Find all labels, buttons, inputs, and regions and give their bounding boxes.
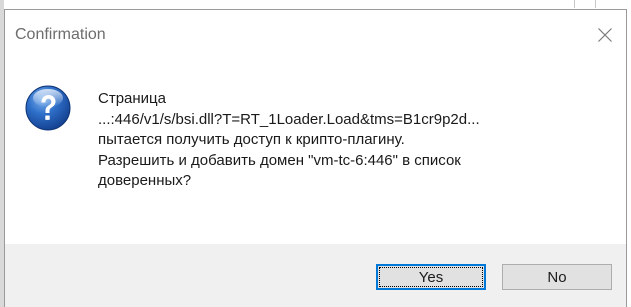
no-button-label: No [547, 268, 567, 286]
dialog-title: Confirmation [15, 26, 106, 43]
close-button[interactable] [590, 20, 620, 50]
no-button[interactable]: No [502, 264, 612, 290]
close-icon [598, 28, 612, 42]
screen: Confirmation Страница ...:446/v1/s/bsi.d… [0, 0, 631, 307]
message-line: ...:446/v1/s/bsi.dll?T=RT_1Loader.Load&t… [98, 110, 480, 128]
yes-button[interactable]: Yes [376, 264, 486, 290]
confirmation-dialog: Confirmation Страница ...:446/v1/s/bsi.d… [4, 9, 627, 307]
message-line: доверенных? [98, 172, 192, 189]
message-line: Разрешить и добавить домен "vm-tc-6:446"… [98, 151, 461, 169]
message-text: Страница ...:446/v1/s/bsi.dll?T=RT_1Load… [98, 89, 626, 192]
dialog-button-bar: Yes No [5, 244, 626, 307]
background-window-fragment [574, 0, 596, 8]
question-icon [25, 85, 71, 131]
message-line: Страница [98, 90, 166, 107]
dialog-content: Страница ...:446/v1/s/bsi.dll?T=RT_1Load… [5, 58, 626, 244]
focus-indicator [379, 267, 483, 287]
dialog-titlebar: Confirmation [5, 10, 626, 58]
message-line: пытается получить доступ к крипто-плагин… [98, 131, 405, 148]
